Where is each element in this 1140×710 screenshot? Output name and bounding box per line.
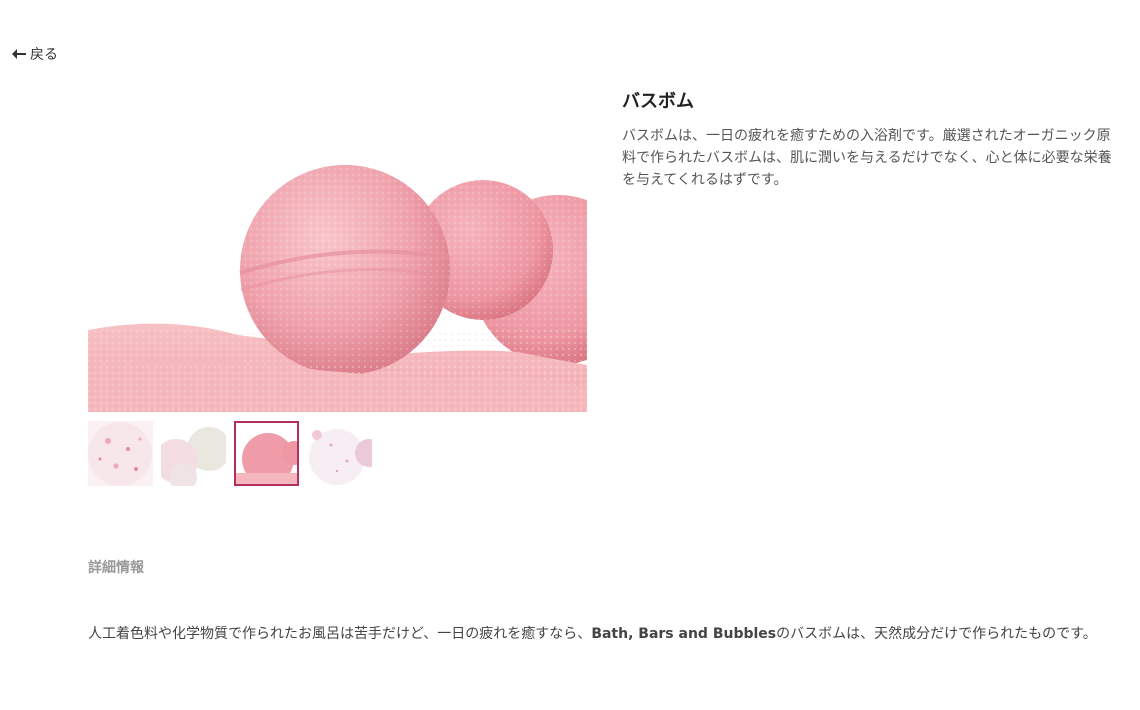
product-main-image	[88, 90, 587, 412]
product-title: バスボム	[622, 91, 694, 112]
white-sparkle-bath-bomb-image	[307, 421, 372, 486]
pink-bath-bomb-image	[236, 423, 297, 484]
thumbnail-gallery	[88, 421, 372, 486]
back-link[interactable]: 戻る	[12, 44, 58, 64]
brand-name: Bath, Bars and Bubbles	[591, 626, 777, 642]
product-detail-page: 戻る バスボム バスボムは、一日の疲れを癒すための入浴剤です。厳選されたオーガニ…	[0, 0, 1140, 710]
white-bath-bombs-image	[161, 421, 226, 486]
details-heading: 詳細情報	[88, 560, 144, 576]
thumbnail-4[interactable]	[307, 421, 372, 486]
details-text: 人工着色料や化学物質で作られたお風呂は苦手だけど、一日の疲れを癒すなら、Bath…	[88, 623, 1118, 645]
thumbnail-3[interactable]	[234, 421, 299, 486]
arrow-left-icon	[12, 49, 26, 59]
back-label: 戻る	[30, 47, 58, 63]
white-pink-bath-bomb-image	[88, 421, 153, 486]
product-description: バスボムは、一日の疲れを癒すための入浴剤です。厳選されたオーガニック原料で作られ…	[622, 128, 1112, 188]
details-text-before: 人工着色料や化学物質で作られたお風呂は苦手だけど、一日の疲れを癒すなら、	[88, 626, 592, 642]
thumbnail-1[interactable]	[88, 421, 153, 486]
thumbnail-2[interactable]	[161, 421, 226, 486]
details-text-after: のバスボムは、天然成分だけで作られたものです。	[776, 626, 1097, 642]
